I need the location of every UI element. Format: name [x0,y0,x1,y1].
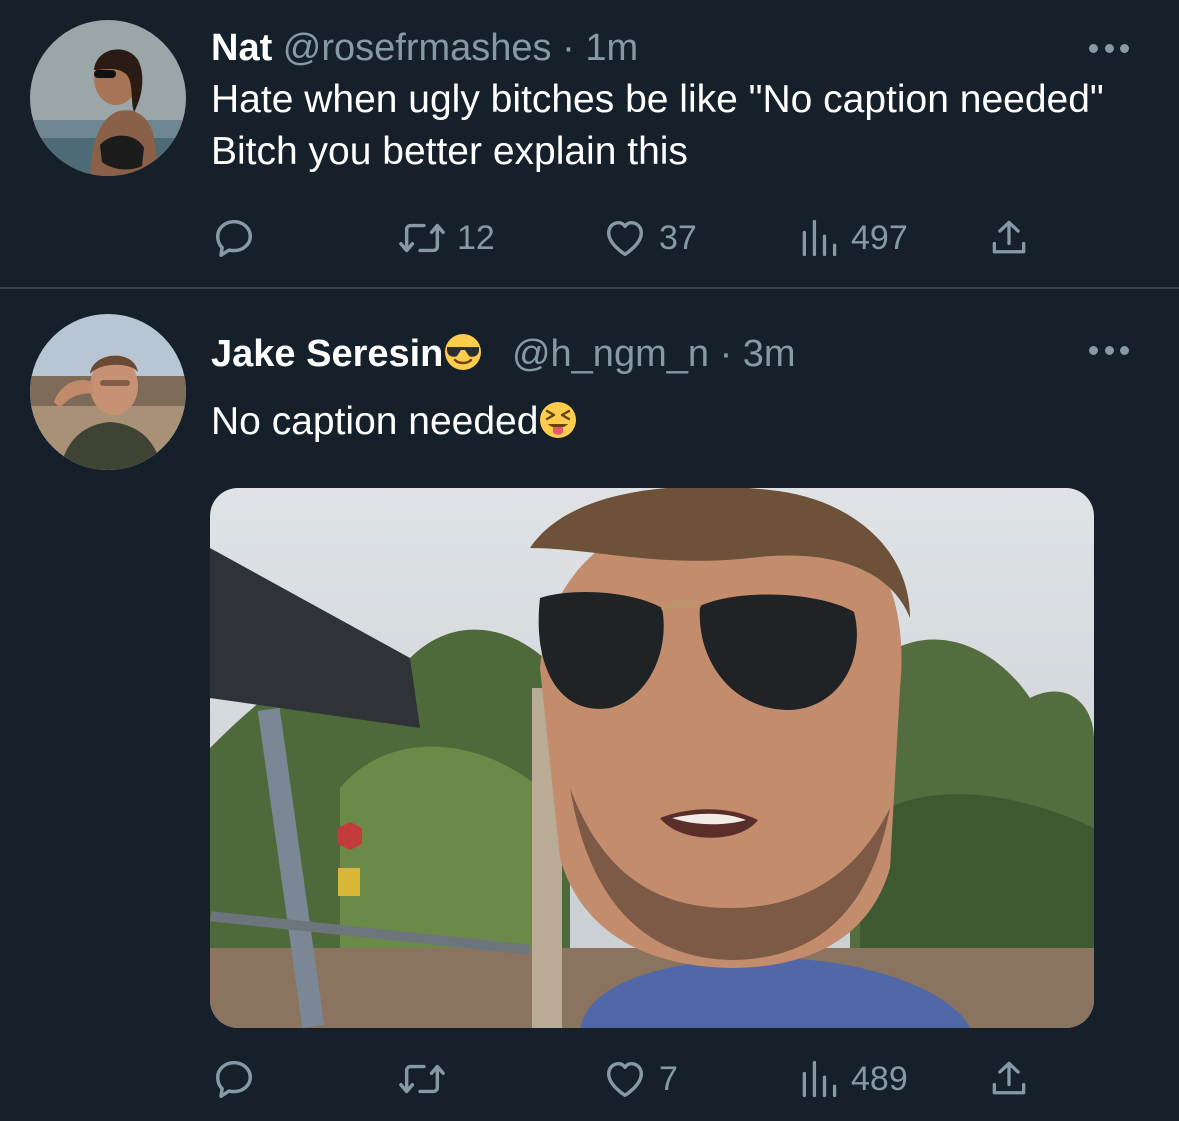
retweet-count: 12 [457,218,495,257]
more-icon[interactable] [1089,344,1129,356]
views-button[interactable]: 489 [797,1054,908,1104]
avatar[interactable] [30,20,186,176]
views-button[interactable]: 497 [797,213,908,263]
handle[interactable]: @h_ngm_n [512,333,709,375]
divider [0,287,1179,289]
media-image[interactable] [210,488,1094,1028]
reply-icon [215,219,253,257]
separator: · [719,333,733,375]
timestamp[interactable]: 1m [585,27,638,69]
separator: · [562,27,575,69]
views-icon [802,219,837,257]
views-icon [802,1060,837,1098]
reply-icon [215,1060,253,1098]
reply-button[interactable] [211,1054,267,1104]
retweet-icon [399,1064,445,1094]
action-bar: 12 37 497 [211,213,1051,263]
reply-button[interactable] [211,213,267,263]
like-button[interactable]: 37 [601,213,697,263]
share-icon [992,1061,1026,1095]
timestamp[interactable]: 3m [743,333,796,375]
heart-icon [606,1061,644,1098]
squinting-face-with-tongue-icon [538,400,578,454]
retweet-button[interactable]: 12 [397,213,495,263]
action-bar: 7 489 [211,1054,1051,1104]
heart-icon [606,220,644,257]
views-count: 489 [851,1059,908,1098]
share-icon [992,220,1026,254]
smiling-face-with-sunglasses-icon [443,332,483,382]
share-button[interactable] [987,1054,1031,1104]
retweet-button[interactable] [397,1054,457,1104]
tweet[interactable]: Nat @rosefrmashes · 1m Hate when ugly bi… [0,0,1179,288]
share-button[interactable] [987,213,1031,263]
display-name[interactable]: Jake Seresin [211,333,443,375]
like-button[interactable]: 7 [601,1054,678,1104]
tweet[interactable]: Jake Seresin @h_ngm_n · 3m No caption ne… [0,290,1179,1121]
tweet-text: Hate when ugly bitches be like "No capti… [211,78,1104,173]
avatar[interactable] [30,314,186,470]
tweet-header: Nat @rosefrmashes · 1m [211,26,638,70]
display-name[interactable]: Nat [211,27,272,69]
handle[interactable]: @rosefrmashes [283,27,552,69]
tweet-header: Jake Seresin @h_ngm_n · 3m [211,332,796,382]
more-icon[interactable] [1089,42,1129,54]
views-count: 497 [851,218,908,257]
like-count: 37 [659,218,697,257]
tweet-text-line: No caption needed [211,396,1111,454]
tweet-text: No caption needed [211,400,539,443]
retweet-icon [399,223,445,253]
like-count: 7 [659,1059,678,1098]
